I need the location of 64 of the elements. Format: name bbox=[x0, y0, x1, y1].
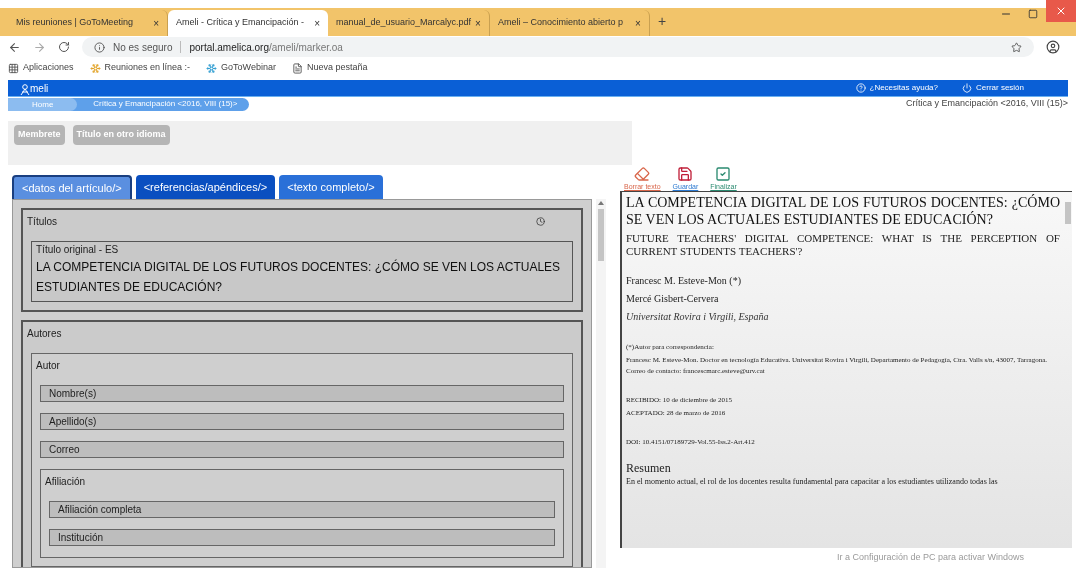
bookmark-item[interactable]: Reuniones en línea :- bbox=[89, 61, 191, 75]
input-field[interactable]: Institución bbox=[49, 529, 555, 546]
new-tab-button[interactable]: + bbox=[657, 11, 667, 32]
url-text: portal.amelica.org/ameli/marker.oa bbox=[189, 40, 343, 55]
tab-title: Ameli - Crítica y Emancipación - bbox=[176, 16, 306, 30]
close-icon bbox=[1055, 5, 1067, 17]
tab-title: Mis reuniones | GoToMeeting bbox=[16, 16, 134, 30]
form-tab[interactable]: <referencias/apéndices/> bbox=[135, 175, 276, 199]
input-field[interactable]: Correo bbox=[40, 441, 564, 458]
forward-icon[interactable] bbox=[33, 40, 46, 54]
apps-icon bbox=[8, 62, 19, 74]
author-line: Francesc M. Esteve-Mon (*) bbox=[626, 274, 742, 288]
security-label: No es seguro bbox=[113, 40, 173, 55]
form-tab[interactable]: <texto completo/> bbox=[279, 175, 383, 199]
tab-title: Ameli – Conocimiento abierto p bbox=[497, 16, 624, 30]
document-subtitle: FUTURE TEACHERS' DIGITAL COMPETENCE: WHAT IS THE PERCEPTION OF CURRENT STUDENTS TEACHERS'? bbox=[626, 232, 1060, 258]
logo-icon bbox=[20, 83, 30, 96]
snowflake-icon bbox=[206, 62, 218, 74]
issue-label: Crítica y Emancipación <2016, VIII (15)> bbox=[905, 97, 1068, 111]
scroll-up-icon[interactable] bbox=[598, 201, 604, 205]
clock-icon[interactable] bbox=[536, 217, 545, 226]
section-heading: Resumen bbox=[626, 460, 672, 476]
save-icon bbox=[677, 166, 694, 182]
help-link[interactable]: ¿Necesitas ayuda? bbox=[855, 82, 938, 94]
author-line: Mercé Gisbert-Cervera bbox=[626, 292, 720, 306]
page-icon bbox=[291, 62, 303, 74]
info-icon bbox=[94, 41, 105, 53]
logout-link[interactable]: Cerrar sesión bbox=[962, 82, 1024, 94]
app-logo: meli bbox=[20, 80, 49, 96]
section-title: Autores bbox=[27, 327, 62, 341]
eraser-icon bbox=[634, 166, 651, 182]
document-title: LA COMPETENCIA DIGITAL DE LOS FUTUROS DOCENTES: ¿CÓMO SE VEN LOS ACTUALES ESTUDIANTES DE EDUCACIÓN? bbox=[626, 194, 1060, 228]
document-text: En el momento actual, el rol de los docentes resulta fundamental para capacitar a los estudiantes utilizando todas las bbox=[626, 476, 999, 488]
os-notice: Ir a Configuración de PC para activar Windows bbox=[836, 550, 1024, 564]
reload-icon[interactable] bbox=[58, 41, 70, 53]
profile-icon[interactable] bbox=[1046, 40, 1060, 54]
scrollbar[interactable] bbox=[596, 199, 606, 568]
tab-close[interactable]: × bbox=[314, 15, 320, 31]
field-label: Título original - ES bbox=[36, 243, 120, 257]
finish-icon bbox=[715, 166, 732, 182]
snowflake-icon bbox=[89, 62, 101, 74]
bookmark-item[interactable]: Aplicaciones bbox=[8, 61, 74, 75]
tab-close[interactable]: × bbox=[153, 15, 159, 31]
title-field[interactable]: Título original - ES LA COMPETENCIA DIGITAL DE LOS FUTUROS DOCENTES: ¿CÓMO SE VEN LOS ACTUALES ESTUDIANTES DE EDUCACIÓN? bbox=[31, 241, 573, 302]
bookmark-star-icon[interactable] bbox=[1011, 41, 1022, 53]
input-field[interactable]: Nombre(s) bbox=[40, 385, 564, 402]
bookmark-item[interactable]: GoToWebinar bbox=[206, 61, 276, 75]
group-title: Autor bbox=[35, 359, 61, 373]
help-icon bbox=[855, 83, 866, 93]
maximize-icon[interactable] bbox=[1028, 9, 1038, 19]
input-field[interactable]: Apellido(s) bbox=[40, 413, 564, 430]
browser-tab[interactable]: Ameli - Crítica y Emancipación - × bbox=[168, 10, 328, 36]
back-icon[interactable] bbox=[8, 40, 21, 54]
tab-title: manual_de_usuario_Marcalyc.pdf bbox=[336, 16, 472, 30]
tab-close[interactable]: × bbox=[475, 15, 481, 31]
input-field[interactable]: Afiliación completa bbox=[49, 501, 555, 518]
power-icon bbox=[962, 83, 972, 93]
bookmark-item[interactable]: Nueva pestaña bbox=[291, 61, 368, 75]
tab-close[interactable]: × bbox=[635, 15, 641, 31]
group-title: Afiliación bbox=[44, 475, 87, 489]
field-value: LA COMPETENCIA DIGITAL DE LOS FUTUROS DOCENTES: ¿CÓMO SE VEN LOS ACTUALES ESTUDIANTES DE EDUCACIÓN? bbox=[36, 258, 562, 296]
address-bar[interactable]: No es seguro portal.amelica.org/ameli/marker.oa bbox=[82, 37, 1034, 57]
affiliation-line: Universitat Rovira i Virgili, España bbox=[626, 310, 770, 324]
section-title: Títulos bbox=[27, 215, 57, 229]
